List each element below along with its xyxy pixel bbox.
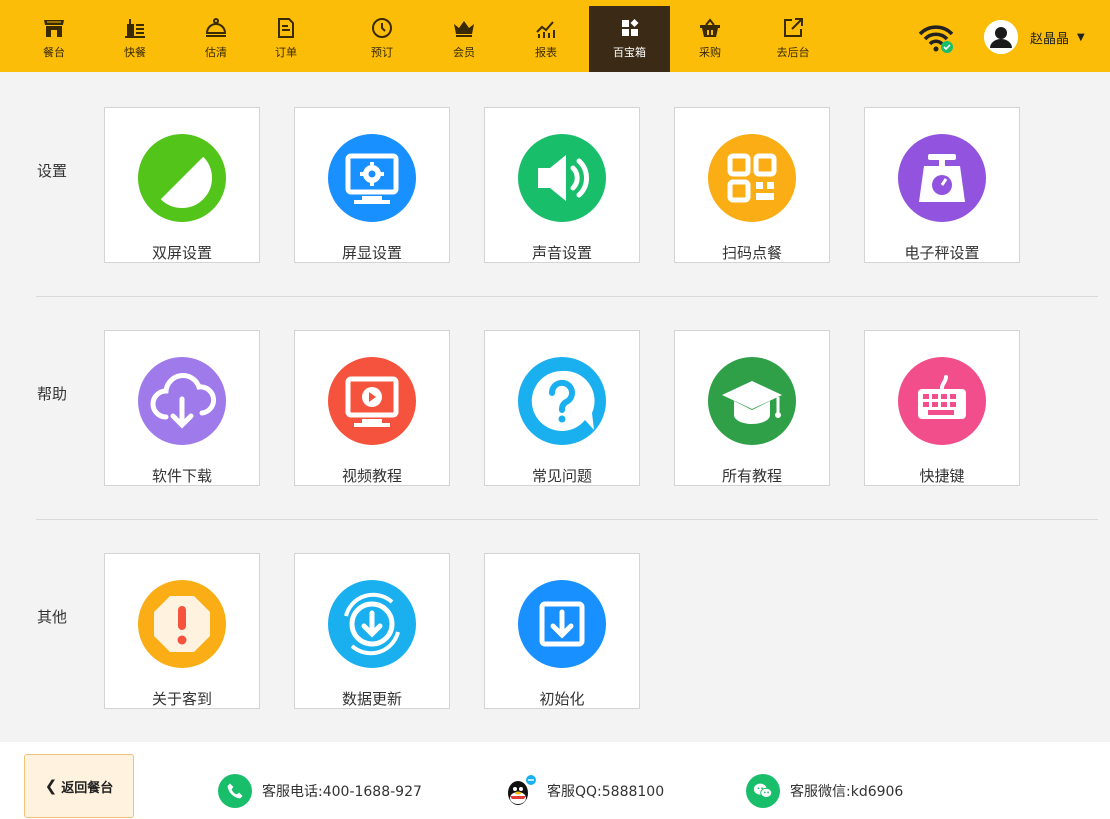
- nav-item-orders[interactable]: 订单: [256, 6, 316, 72]
- tile-label: 快捷键: [919, 467, 965, 485]
- nav-item-dining-tables[interactable]: 餐台: [24, 6, 84, 72]
- phone-text: 客服电话:400-1688-927: [262, 784, 422, 800]
- nav-item-go-backend[interactable]: 去后台: [763, 6, 823, 72]
- tile-faq[interactable]: 常见问题: [484, 330, 640, 486]
- storefront-icon: [44, 20, 64, 37]
- tile-video-tutorial[interactable]: 视频教程: [294, 330, 450, 486]
- refresh-download-icon: [328, 580, 416, 668]
- video-screen-icon: [328, 357, 416, 445]
- question-bubble-icon: [518, 357, 606, 445]
- nav-label: 采购: [699, 46, 721, 59]
- back-to-tables-button[interactable]: ❮ 返回餐台: [24, 754, 134, 818]
- tile-initialize[interactable]: 初始化: [484, 553, 640, 709]
- tile-scale-settings[interactable]: 电子秤设置: [864, 107, 1020, 263]
- nav-label: 餐台: [43, 46, 65, 59]
- qq-text: 客服QQ:5888100: [547, 784, 665, 800]
- section-label-settings: 设置: [37, 162, 68, 180]
- nav-label: 百宝箱: [613, 46, 646, 59]
- contact-wechat: 客服微信:kd6906: [746, 774, 903, 808]
- chart-icon: [536, 21, 555, 38]
- basket-icon: [700, 18, 720, 37]
- nav-label: 预订: [371, 46, 393, 59]
- tile-label: 所有教程: [721, 467, 782, 485]
- contact-phone: 客服电话:400-1688-927: [218, 774, 422, 808]
- tile-label: 软件下载: [151, 467, 212, 485]
- tile-label: 初始化: [539, 690, 585, 708]
- nav-label: 快餐: [124, 46, 146, 59]
- external-link-icon: [784, 18, 803, 37]
- section-divider: [36, 296, 1098, 297]
- graduation-cap-icon: [708, 357, 796, 445]
- tile-qr-ordering[interactable]: 扫码点餐: [674, 107, 830, 263]
- tile-shortcut-keys[interactable]: 快捷键: [864, 330, 1020, 486]
- download-box-icon: [518, 580, 606, 668]
- fast-food-icon: [125, 19, 145, 38]
- order-doc-icon: [278, 18, 294, 38]
- user-menu[interactable]: 赵晶晶 ▼: [984, 20, 1085, 54]
- cloud-download-icon: [138, 357, 226, 445]
- tile-label: 视频教程: [341, 467, 402, 485]
- nav-item-toolbox[interactable]: 百宝箱: [589, 6, 670, 72]
- tile-label: 屏显设置: [341, 244, 402, 262]
- avatar: [984, 20, 1018, 54]
- wechat-text: 客服微信:kd6906: [790, 784, 904, 800]
- tile-label: 声音设置: [531, 244, 592, 262]
- phone-icon: [218, 774, 252, 808]
- tile-dual-screen-settings[interactable]: 双屏设置: [104, 107, 260, 263]
- qr-code-icon: [708, 134, 796, 222]
- nav-label: 订单: [275, 46, 297, 59]
- chevron-down-icon: ▼: [1077, 31, 1085, 43]
- dual-screen-icon: [138, 134, 226, 222]
- alert-octagon-icon: [138, 580, 226, 668]
- nav-item-fast-food[interactable]: 快餐: [105, 6, 165, 72]
- keyboard-icon: [898, 357, 986, 445]
- top-nav-bar: 餐台 快餐 估清 订单 预订 会员 报表 百宝箱 采购 去后台 赵晶晶 ▼: [0, 0, 1110, 72]
- user-icon: [984, 20, 1018, 54]
- nav-label: 去后台: [776, 46, 810, 59]
- footer-bar: ❮ 返回餐台 客服电话:400-1688-927 客服QQ:5888100 客服…: [0, 742, 1110, 819]
- tile-label: 电子秤设置: [904, 244, 980, 262]
- nav-item-reservation[interactable]: 预订: [352, 6, 412, 72]
- crown-icon: [454, 21, 474, 37]
- contact-qq: 客服QQ:5888100: [503, 774, 664, 808]
- nav-item-purchase[interactable]: 采购: [680, 6, 740, 72]
- tile-label: 常见问题: [531, 467, 592, 485]
- nav-item-members[interactable]: 会员: [434, 6, 494, 72]
- cloche-icon: [205, 18, 227, 37]
- nav-label: 会员: [453, 46, 475, 59]
- wechat-icon: [746, 774, 780, 808]
- nav-item-sold-out[interactable]: 估清: [186, 6, 246, 72]
- section-label-help: 帮助: [37, 385, 68, 403]
- section-label-other: 其他: [37, 608, 68, 626]
- back-label: 返回餐台: [61, 780, 114, 796]
- tile-label: 数据更新: [341, 690, 402, 708]
- nav-label: 估清: [205, 46, 227, 59]
- wifi-connected-icon: [918, 25, 954, 53]
- toolbox-grid-icon: [621, 19, 638, 36]
- qq-icon: [503, 774, 537, 808]
- clock-icon: [372, 18, 392, 38]
- nav-label: 报表: [535, 46, 557, 59]
- speaker-icon: [518, 134, 606, 222]
- tile-label: 关于客到: [151, 690, 212, 708]
- username: 赵晶晶: [1030, 31, 1070, 47]
- monitor-gear-icon: [328, 134, 416, 222]
- tile-software-download[interactable]: 软件下载: [104, 330, 260, 486]
- nav-item-reports[interactable]: 报表: [516, 6, 576, 72]
- tile-label: 扫码点餐: [721, 244, 782, 262]
- tile-display-settings[interactable]: 屏显设置: [294, 107, 450, 263]
- tile-sound-settings[interactable]: 声音设置: [484, 107, 640, 263]
- tile-label: 双屏设置: [151, 244, 212, 262]
- tile-data-update[interactable]: 数据更新: [294, 553, 450, 709]
- chevron-left-icon: ❮: [44, 777, 58, 795]
- section-divider: [36, 519, 1098, 520]
- tile-about[interactable]: 关于客到: [104, 553, 260, 709]
- tile-all-tutorials[interactable]: 所有教程: [674, 330, 830, 486]
- scale-icon: [898, 134, 986, 222]
